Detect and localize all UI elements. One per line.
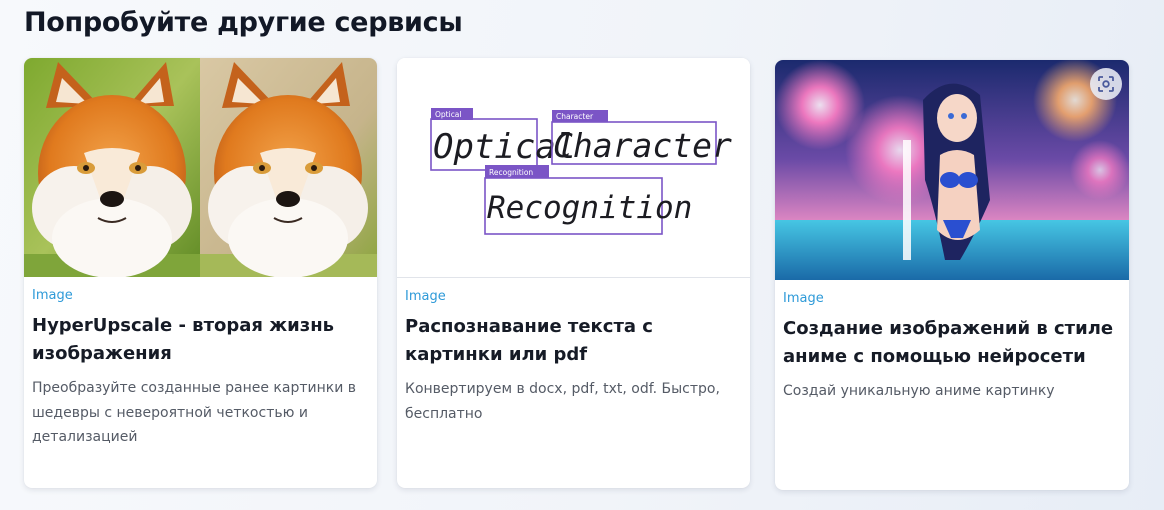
card-title[interactable]: Создание изображений в стиле аниме с пом… (783, 315, 1121, 371)
card-category: Image (405, 289, 446, 304)
card-description: Конвертируем в docx, pdf, txt, odf. Быст… (405, 381, 720, 422)
ocr-tag: Character (556, 112, 594, 121)
card-category: Image (783, 291, 824, 306)
anime-fireworks-image (775, 60, 1129, 280)
fox-before-after-image (24, 58, 377, 277)
service-card-anime[interactable]: Image Создание изображений в стиле аниме… (775, 60, 1129, 490)
ocr-word: Recognition (487, 190, 692, 226)
ocr-tag: Optical (435, 110, 462, 119)
ocr-tag: Recognition (489, 168, 533, 177)
ocr-handwriting-image: Optical Optical Character Character Reco… (397, 58, 750, 278)
service-card-ocr[interactable]: Optical Optical Character Character Reco… (397, 58, 750, 488)
card-description: Преобразуйте созданные ранее картинки в … (32, 380, 357, 445)
page-title: Попробуйте другие сервисы (24, 7, 463, 38)
scan-button[interactable] (1090, 68, 1122, 100)
card-title[interactable]: HyperUpscale - вторая жизнь изображения (32, 312, 369, 368)
card-description: Создай уникальную аниме картинку (783, 383, 1055, 399)
card-category: Image (32, 288, 73, 303)
service-card-hyperupscale[interactable]: Image HyperUpscale - вторая жизнь изобра… (24, 58, 377, 488)
ocr-word: Character (553, 126, 732, 165)
card-title[interactable]: Распознавание текста с картинки или pdf (405, 313, 742, 369)
scan-icon (1098, 76, 1114, 92)
